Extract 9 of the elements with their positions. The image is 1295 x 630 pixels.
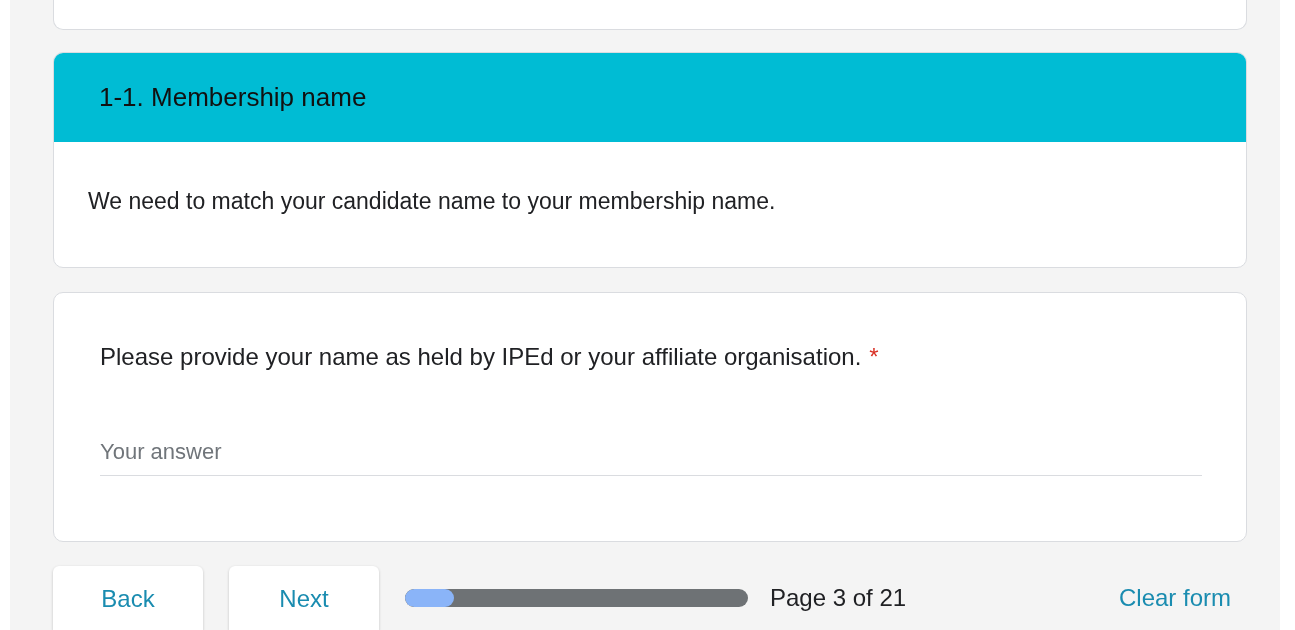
answer-field[interactable]: Your answer	[100, 433, 1202, 476]
nav-button[interactable]: Next	[229, 566, 379, 630]
section-description: We need to match your candidate name to your membership name.	[88, 188, 776, 214]
required-mark: *	[869, 343, 879, 371]
clear-form-button[interactable]: Clear form	[1116, 584, 1233, 612]
nav-button[interactable]: Back	[53, 566, 203, 630]
question-text: Please provide your name as held by IPEd or your affiliate organisation.	[100, 343, 862, 371]
section-title: 1-1. Membership name	[99, 82, 367, 113]
page-indicator: Page 3 of 21	[770, 584, 907, 612]
